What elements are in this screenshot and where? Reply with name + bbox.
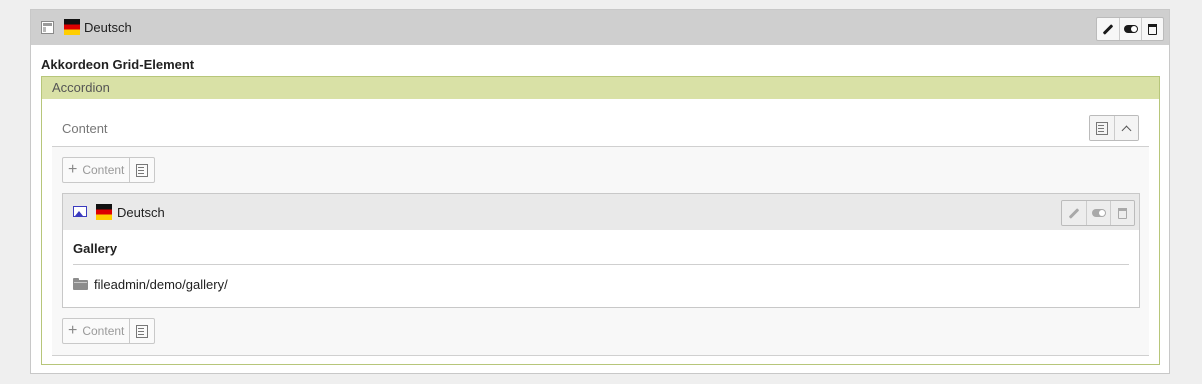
column-label: Content xyxy=(62,121,108,136)
paste-icon xyxy=(136,324,149,338)
gallery-element-actions xyxy=(1061,200,1135,226)
toggle-visibility-button[interactable] xyxy=(1086,201,1110,225)
paste-content-button[interactable] xyxy=(129,158,154,182)
plus-icon: + xyxy=(68,161,78,178)
divider xyxy=(73,264,1129,265)
element-actions xyxy=(1096,17,1164,41)
toggle-visibility-button[interactable] xyxy=(1119,18,1141,40)
language-label: Deutsch xyxy=(117,205,165,220)
flag-de-icon xyxy=(96,204,112,220)
paste-icon xyxy=(136,163,149,177)
trash-icon xyxy=(1148,23,1157,35)
delete-button[interactable] xyxy=(1141,18,1163,40)
language-label: Deutsch xyxy=(84,20,132,35)
accordion-header[interactable]: Accordion xyxy=(42,77,1159,99)
edit-button[interactable] xyxy=(1097,18,1119,40)
edit-button[interactable] xyxy=(1062,201,1086,225)
gallery-element-card: Deutsch Gallery fileadmin/demo/gallery/ xyxy=(62,193,1140,308)
delete-button[interactable] xyxy=(1110,201,1134,225)
add-content-group: + Content xyxy=(62,157,156,183)
edit-icon xyxy=(1068,207,1080,219)
edit-icon xyxy=(1102,23,1114,35)
toggle-icon xyxy=(1123,25,1138,33)
folder-reference: fileadmin/demo/gallery/ xyxy=(73,277,228,292)
paste-button[interactable] xyxy=(1090,116,1114,140)
folder-icon xyxy=(73,277,88,290)
add-content-button[interactable]: + Content xyxy=(63,158,129,182)
plus-icon: + xyxy=(68,322,78,339)
grid-element-card: Deutsch Akkordeon Grid-Element Accordion… xyxy=(30,9,1170,374)
add-content-button[interactable]: + Content xyxy=(63,319,129,343)
flag-de-icon xyxy=(64,19,80,35)
paste-content-button[interactable] xyxy=(129,319,154,343)
image-type-icon xyxy=(73,206,87,217)
toggle-icon xyxy=(1091,209,1106,217)
collapse-button[interactable] xyxy=(1114,116,1138,140)
add-content-label: Content xyxy=(82,324,125,338)
add-content-label: Content xyxy=(82,163,125,177)
add-content-group: + Content xyxy=(62,318,156,344)
element-header: Deutsch xyxy=(31,10,1169,45)
accordion-container: Accordion Content + Content Deutsch Gall… xyxy=(41,76,1160,365)
content-element-icon xyxy=(41,21,54,34)
gallery-element-header: Deutsch xyxy=(63,194,1139,230)
chevron-up-icon xyxy=(1121,125,1132,135)
folder-path: fileadmin/demo/gallery/ xyxy=(94,277,228,292)
gallery-title: Gallery xyxy=(73,241,118,256)
column-actions xyxy=(1089,115,1139,141)
paste-icon xyxy=(1096,121,1108,135)
element-title: Akkordeon Grid-Element xyxy=(41,57,195,72)
column-body: + Content Deutsch Gallery fileadmin/demo… xyxy=(52,146,1149,356)
trash-icon xyxy=(1118,207,1127,219)
